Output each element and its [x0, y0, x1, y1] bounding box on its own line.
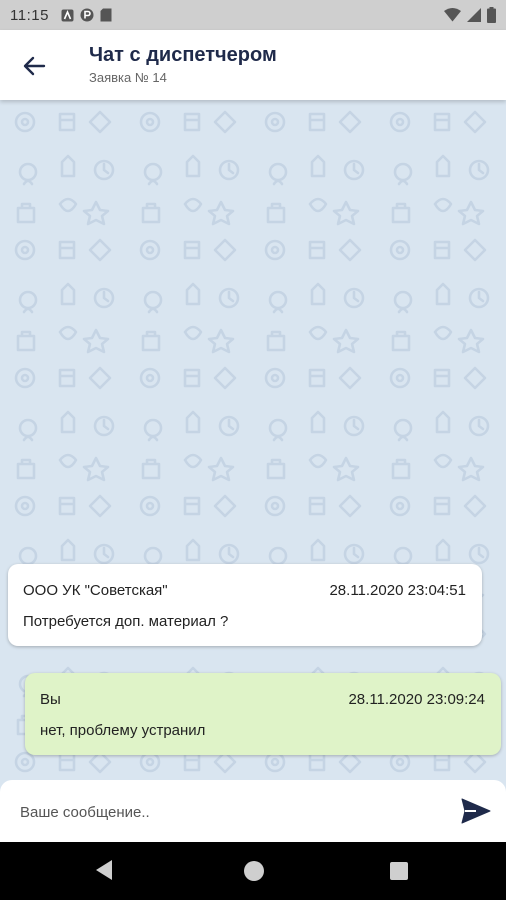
- message-bubble-outgoing[interactable]: Вы 28.11.2020 23:09:24 нет, проблему уст…: [25, 673, 501, 755]
- status-right-icons: [444, 7, 496, 23]
- send-icon[interactable]: [459, 796, 493, 826]
- message-text: нет, проблему устранил: [40, 722, 206, 739]
- system-navigation-bar: [0, 842, 506, 900]
- message-composer: [0, 780, 506, 842]
- message-time: 28.11.2020 23:04:51: [329, 582, 466, 599]
- app-bar: Чат с диспетчером Заявка № 14: [0, 30, 506, 100]
- signal-icon: [467, 8, 481, 22]
- status-left-icons: [61, 8, 112, 22]
- notification-a-icon: [61, 9, 74, 21]
- message-time: 28.11.2020 23:09:24: [348, 691, 485, 708]
- status-time: 11:15: [10, 6, 49, 24]
- message-sender: ООО УК "Советская": [23, 582, 168, 599]
- nav-home-icon[interactable]: [244, 861, 264, 881]
- battery-icon: [487, 7, 496, 23]
- sd-card-icon: [100, 8, 112, 22]
- status-bar: 11:15: [0, 0, 506, 30]
- nav-recent-apps-icon[interactable]: [390, 862, 408, 880]
- page-title: Чат с диспетчером: [89, 44, 277, 66]
- message-bubble-incoming[interactable]: ООО УК "Советская" 28.11.2020 23:04:51 П…: [8, 564, 482, 646]
- back-arrow-icon[interactable]: [18, 50, 50, 82]
- message-text: Потребуется доп. материал ?: [23, 613, 229, 630]
- chat-area[interactable]: ООО УК "Советская" 28.11.2020 23:04:51 П…: [0, 100, 506, 780]
- message-sender: Вы: [40, 691, 61, 708]
- nav-back-icon[interactable]: [94, 859, 114, 881]
- wifi-icon: [444, 8, 461, 22]
- notification-p-icon: [80, 8, 94, 22]
- page-subtitle: Заявка № 14: [89, 70, 167, 85]
- message-input[interactable]: [8, 793, 452, 831]
